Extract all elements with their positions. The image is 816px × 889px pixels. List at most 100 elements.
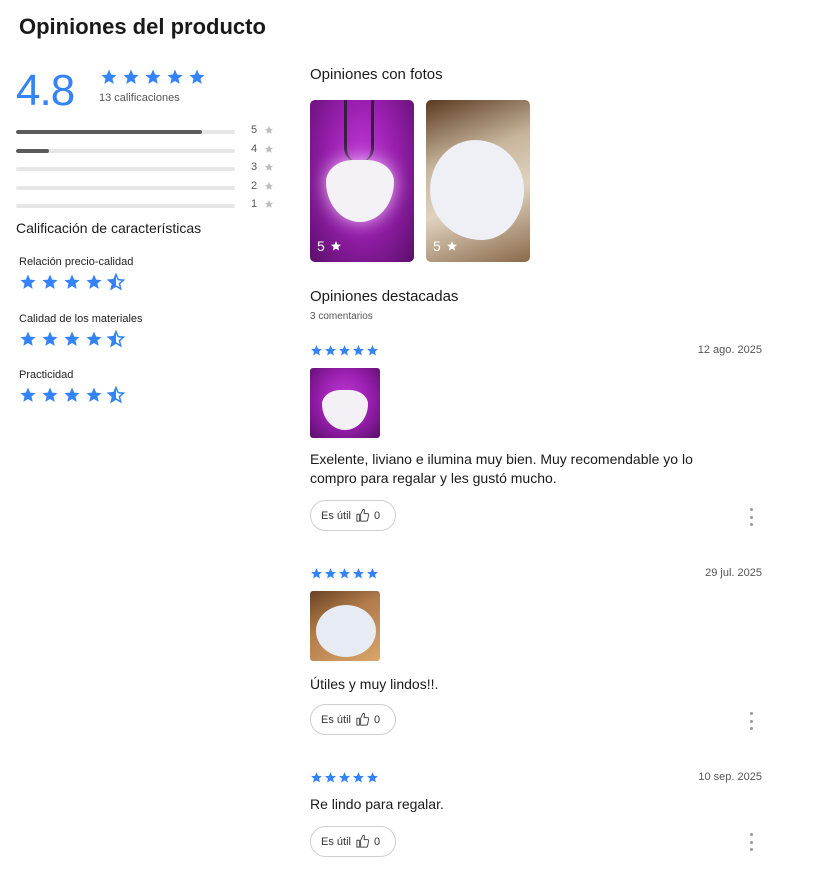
characteristic-item: Calidad de los materiales (19, 313, 143, 353)
heart-pendant-shape (322, 390, 368, 430)
star-icon (100, 68, 118, 91)
half-star-icon (106, 385, 126, 409)
distribution-row: 3 (16, 161, 286, 180)
more-options-icon[interactable] (748, 508, 754, 526)
characteristic-label: Relación precio-calidad (19, 256, 134, 268)
half-star-icon (106, 329, 126, 353)
more-options-icon[interactable] (748, 712, 754, 730)
helpful-button[interactable]: Es útil 0 (310, 500, 396, 531)
helpful-label: Es útil (321, 713, 351, 726)
star-icon (367, 568, 378, 579)
distribution-row: 4 (16, 143, 286, 162)
star-icon (353, 772, 364, 783)
helpful-button[interactable]: Es útil 0 (310, 826, 396, 857)
distribution-row: 1 (16, 198, 286, 217)
star-icon (188, 68, 206, 91)
characteristic-label: Calidad de los materiales (19, 313, 143, 325)
review-date: 29 jul. 2025 (705, 567, 762, 579)
ratings-count: 13 calificaciones (99, 92, 180, 104)
star-icon (63, 330, 81, 353)
half-star-icon (106, 272, 126, 296)
helpful-label: Es útil (321, 835, 351, 848)
distribution-bar (16, 204, 235, 208)
review-thumbnail[interactable] (310, 591, 380, 661)
star-icon (19, 330, 37, 353)
helpful-count: 0 (373, 509, 381, 522)
star-icon (325, 345, 336, 356)
thumbs-up-icon (356, 508, 370, 522)
review-photo[interactable]: 5 (426, 100, 530, 262)
review-date: 10 sep. 2025 (698, 771, 762, 783)
characteristic-stars (19, 272, 133, 296)
helpful-button[interactable]: Es útil 0 (310, 704, 396, 735)
star-icon (353, 345, 364, 356)
photo-rating-value: 5 (317, 238, 325, 254)
characteristics-title: Calificación de características (16, 220, 202, 236)
review-photo[interactable]: 5 (310, 100, 414, 262)
thumbs-up-icon (356, 712, 370, 726)
star-icon (41, 273, 59, 296)
photos-section-title: Opiniones con fotos (310, 66, 443, 83)
star-icon (367, 345, 378, 356)
rating-distribution: 5 4 3 2 1 (16, 124, 286, 217)
star-icon (264, 162, 274, 171)
star-icon (144, 68, 162, 91)
star-icon (311, 568, 322, 579)
featured-section-title: Opiniones destacadas (310, 288, 459, 305)
star-icon (85, 386, 103, 409)
helpful-count: 0 (373, 713, 381, 726)
star-icon (41, 386, 59, 409)
star-icon (63, 273, 81, 296)
star-icon (19, 273, 37, 296)
star-icon (446, 241, 457, 251)
star-icon (311, 772, 322, 783)
distribution-bar (16, 167, 235, 171)
characteristic-stars (19, 329, 143, 353)
star-icon (264, 199, 274, 208)
review-text: Re lindo para regalar. (310, 796, 444, 812)
star-icon (339, 772, 350, 783)
page-title: Opiniones del producto (19, 14, 266, 39)
star-icon (63, 386, 81, 409)
rating-summary: 4.8 13 calificaciones 5 4 3 2 1 Califica… (16, 60, 286, 404)
distribution-row: 5 (16, 124, 286, 143)
score-row: 4.8 13 calificaciones (16, 60, 286, 120)
average-stars (100, 68, 206, 91)
star-icon (325, 568, 336, 579)
star-icon (264, 144, 274, 153)
star-icon (264, 125, 274, 134)
star-icon (353, 568, 364, 579)
star-icon (311, 345, 322, 356)
helpful-label: Es útil (321, 509, 351, 522)
distribution-bar (16, 148, 235, 153)
photo-rating: 5 (433, 238, 458, 254)
star-icon (166, 68, 184, 91)
lamp-shape (316, 605, 376, 657)
cord-shape (344, 100, 374, 162)
review-text: Exelente, liviano e ilumina muy bien. Mu… (310, 451, 693, 486)
characteristic-item: Practicidad (19, 369, 126, 409)
photo-rating: 5 (317, 238, 342, 254)
distribution-label: 5 (251, 124, 258, 136)
review-stars (310, 344, 379, 357)
star-icon (19, 386, 37, 409)
review-stars (310, 567, 379, 580)
star-icon (264, 181, 274, 190)
distribution-label: 2 (251, 179, 258, 192)
characteristic-stars (19, 385, 126, 409)
photo-rating-value: 5 (433, 238, 441, 254)
thumbs-up-icon (356, 834, 370, 848)
distribution-label: 4 (251, 142, 258, 155)
more-options-icon[interactable] (748, 833, 754, 851)
star-icon (367, 772, 378, 783)
star-icon (85, 330, 103, 353)
lamp-shape (430, 140, 524, 240)
distribution-bar (16, 130, 235, 134)
review-date: 12 ago. 2025 (697, 344, 762, 356)
review-thumbnail[interactable] (310, 368, 380, 438)
review-text: Útiles y muy lindos!!. (310, 676, 439, 692)
distribution-label: 3 (251, 161, 258, 173)
star-icon (339, 345, 350, 356)
distribution-fill (16, 130, 203, 134)
star-icon (325, 772, 336, 783)
